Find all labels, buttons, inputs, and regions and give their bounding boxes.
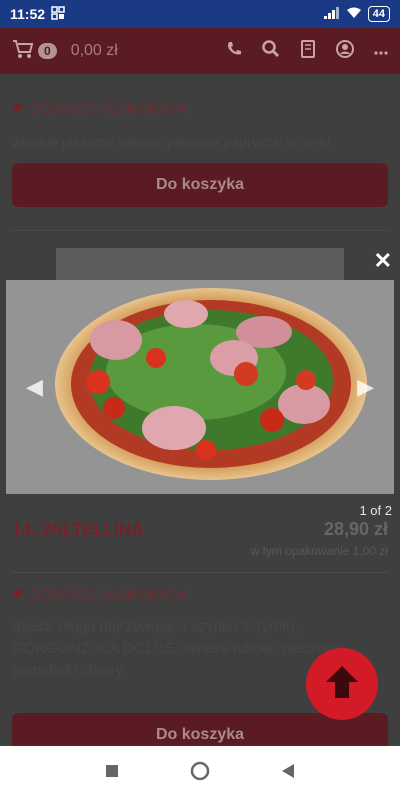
- account-icon[interactable]: [336, 39, 354, 63]
- next-image-arrow[interactable]: ▶: [357, 374, 374, 400]
- prev-item-description: włoskie pikantne salami, pikantne papryc…: [12, 134, 331, 150]
- notification-icon: [51, 5, 65, 23]
- battery-indicator: 44: [367, 6, 390, 22]
- status-bar: 11:52 44: [0, 0, 400, 28]
- favorite-link[interactable]: ❤ DODAJ DO ULUBIONYCH: [0, 586, 186, 603]
- divider: [12, 230, 388, 231]
- image-counter: 1 of 2: [359, 503, 392, 518]
- app-header: 0 0,00 zł: [0, 28, 400, 74]
- close-icon[interactable]: ✕: [374, 248, 392, 274]
- divider: [12, 572, 388, 573]
- cart-count-badge: 0: [38, 43, 57, 59]
- wifi-icon: [346, 6, 362, 22]
- arrow-up-icon: [322, 662, 362, 707]
- phone-icon[interactable]: [226, 41, 242, 62]
- add-to-cart-button-prev[interactable]: Do koszyka: [12, 163, 388, 207]
- product-price: 28,90 zł: [323, 519, 388, 539]
- back-icon[interactable]: [281, 763, 295, 784]
- favorite-link-prev[interactable]: ❤ DODAJ DO ULUBIONYCH: [0, 100, 186, 117]
- product-title: 14. VALTELLINA: [12, 520, 144, 539]
- recents-icon[interactable]: [105, 764, 119, 783]
- menu-book-icon[interactable]: [300, 39, 316, 63]
- signal-icon: [323, 6, 340, 22]
- lightbox-image: [6, 280, 394, 494]
- status-time: 11:52: [10, 6, 46, 22]
- heart-icon: ❤: [12, 100, 24, 116]
- favorite-label: DODAJ DO ULUBIONYCH: [29, 101, 186, 116]
- product-thumbnail: [56, 248, 344, 280]
- home-icon[interactable]: [190, 761, 210, 786]
- packaging-note: w tym opakowanie 1,00 zł: [250, 544, 388, 558]
- cart-icon[interactable]: [12, 39, 34, 64]
- more-icon[interactable]: [374, 42, 388, 60]
- system-nav-bar: [0, 746, 400, 800]
- previous-image-arrow[interactable]: ◀: [26, 374, 43, 400]
- favorite-label: DODAJ DO ULUBIONYCH: [29, 587, 186, 602]
- cart-total: 0,00 zł: [70, 42, 118, 59]
- search-icon[interactable]: [262, 39, 280, 63]
- heart-icon: ❤: [12, 586, 24, 602]
- scroll-to-top-button[interactable]: [306, 648, 378, 720]
